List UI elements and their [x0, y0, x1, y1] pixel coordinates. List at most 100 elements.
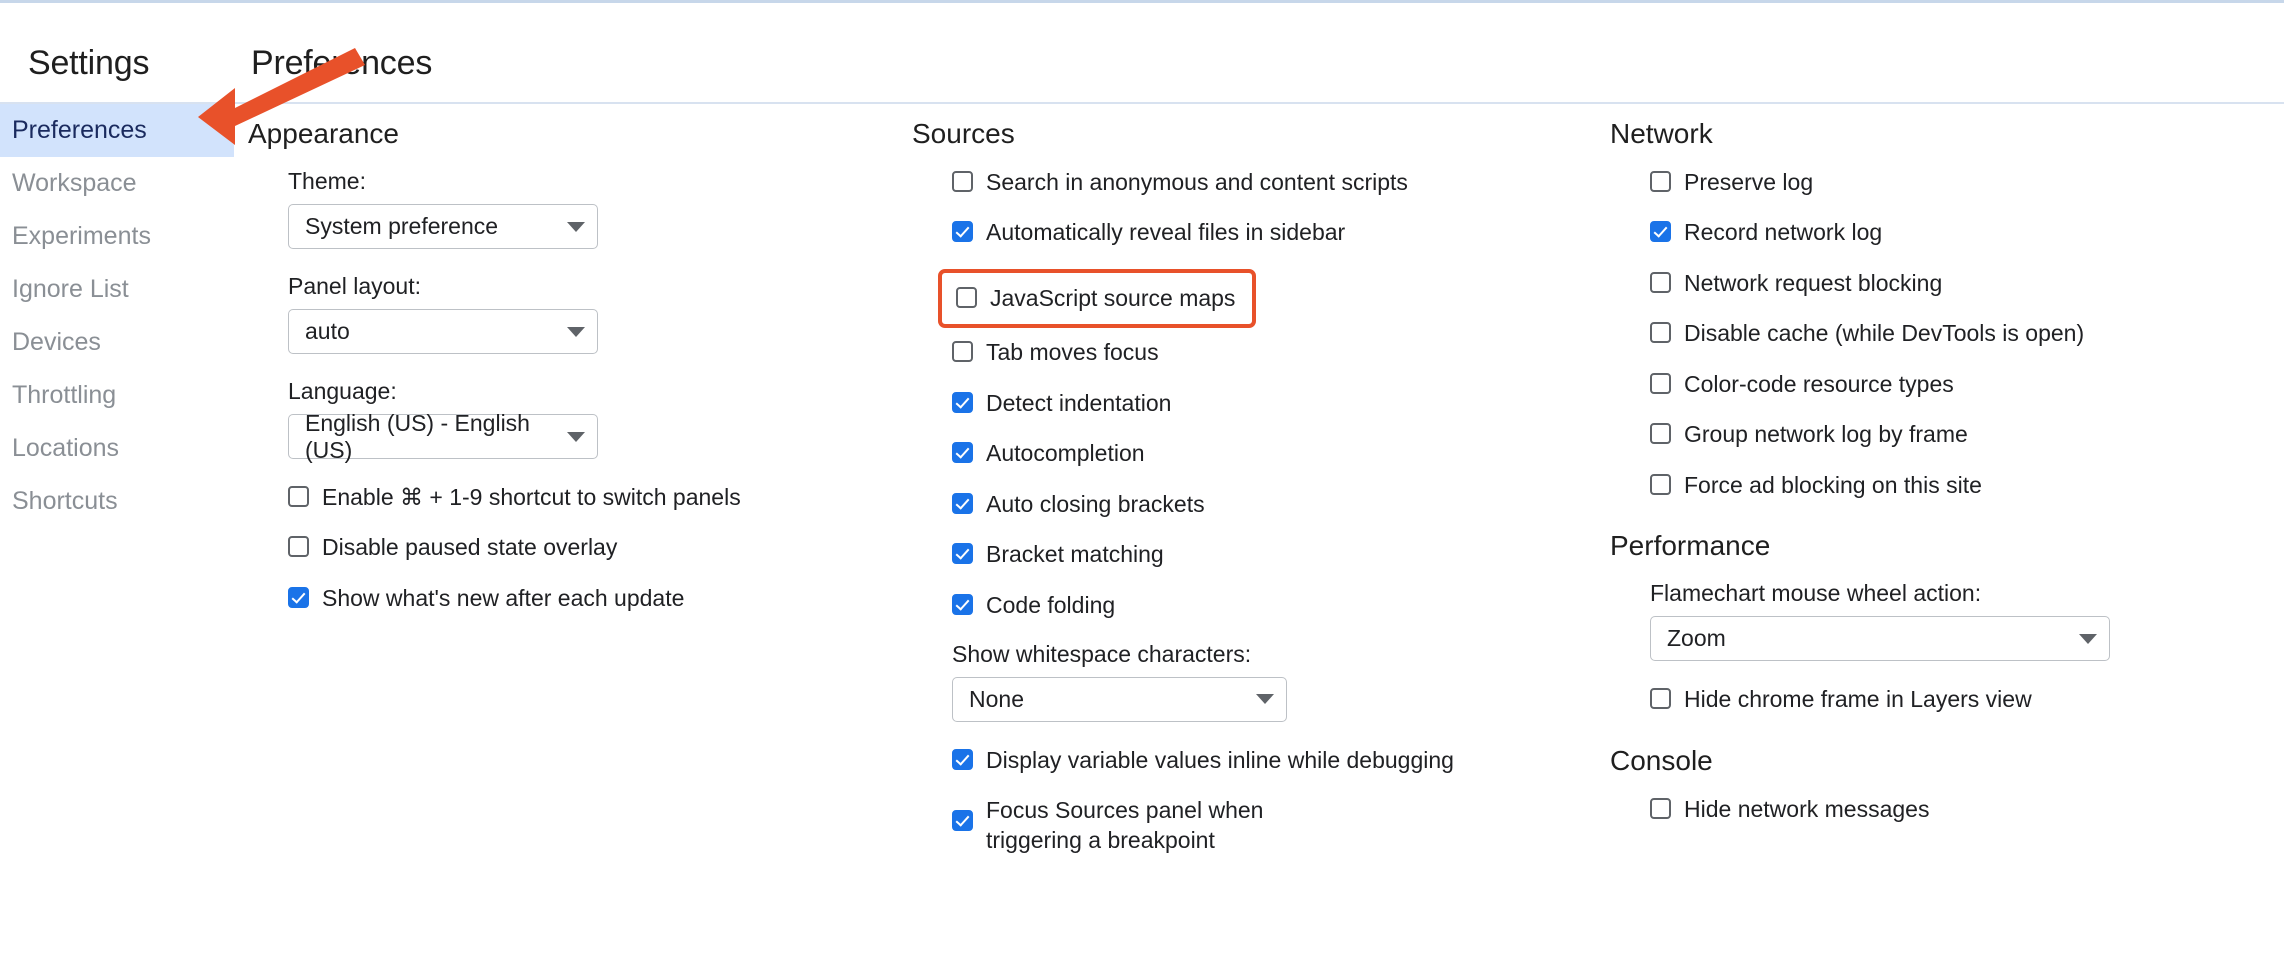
checkbox-display-variable-values-inline[interactable]: Display variable values inline while deb… [952, 746, 1600, 775]
page-title: Preferences [251, 44, 433, 82]
checkbox-label: Show what's new after each update [322, 584, 685, 611]
panel-layout-select[interactable]: auto [288, 309, 598, 354]
sidebar-item-throttling[interactable]: Throttling [0, 369, 234, 422]
checkbox-label: Enable ⌘ + 1-9 shortcut to switch panels [322, 484, 741, 510]
checkbox-box [952, 391, 973, 413]
section-heading-network: Network [1610, 118, 1713, 149]
checkbox-bracket-matching[interactable]: Bracket matching [952, 540, 1600, 569]
settings-title: Settings [28, 44, 150, 82]
section-heading-performance: Performance [1610, 530, 1771, 562]
checkbox-preserve-log[interactable]: Preserve log [1650, 168, 2240, 197]
sidebar-item-label: Locations [12, 434, 120, 462]
checkbox-box [952, 341, 973, 363]
checkbox-auto-closing-brackets[interactable]: Auto closing brackets [952, 490, 1600, 519]
checkbox-hide-chrome-frame-layers-view[interactable]: Hide chrome frame in Layers view [1650, 685, 2240, 714]
highlight-box-javascript-source-maps: JavaScript source maps [938, 268, 1256, 329]
checkbox-box [952, 442, 973, 464]
checkbox-label: Network request blocking [1684, 269, 1943, 296]
sidebar-item-label: Ignore List [12, 275, 129, 303]
language-select-value: English (US) - English (US) [305, 409, 530, 463]
checkbox-label: Detect indentation [986, 389, 1172, 416]
checkbox-box [952, 221, 973, 243]
language-label: Language: [288, 378, 397, 404]
section-sources: Sources Search in anonymous and content … [910, 118, 1600, 958]
checkbox-box [952, 593, 973, 615]
checkbox-label: Automatically reveal files in sidebar [986, 219, 1346, 246]
section-heading-appearance: Appearance [248, 118, 400, 149]
show-whitespace-select[interactable]: None [952, 676, 1287, 722]
checkbox-label: Group network log by frame [1684, 421, 1968, 448]
theme-select-value: System preference [305, 213, 499, 239]
checkbox-detect-indentation[interactable]: Detect indentation [952, 389, 1600, 418]
panel-layout-select-value: auto [305, 318, 350, 344]
sidebar-item-ignore-list[interactable]: Ignore List [0, 263, 234, 316]
sidebar-item-label: Workspace [12, 169, 137, 197]
sidebar-item-workspace[interactable]: Workspace [0, 157, 234, 210]
theme-select[interactable]: System preference [288, 204, 598, 249]
checkbox-box [1650, 322, 1671, 344]
checkbox-label: Disable paused state overlay [322, 534, 618, 561]
show-whitespace-select-value: None [969, 685, 1024, 712]
sidebar-item-label: Experiments [12, 222, 151, 250]
chevron-down-icon [567, 326, 585, 337]
checkbox-label: Preserve log [1684, 169, 1814, 195]
theme-label: Theme: [288, 168, 366, 194]
checkbox-box [1650, 688, 1671, 710]
language-select[interactable]: English (US) - English (US) [288, 410, 598, 463]
checkbox-box [952, 492, 973, 514]
checkbox-label: Focus Sources panel when triggering a br… [986, 797, 1264, 853]
checkbox-box [956, 286, 977, 308]
checkbox-color-code-resource-types[interactable]: Color-code resource types [1650, 370, 2240, 399]
sidebar-item-locations[interactable]: Locations [0, 422, 234, 475]
settings-sidebar: Preferences Workspace Experiments Ignore… [0, 104, 234, 958]
checkbox-label: Color-code resource types [1684, 370, 1954, 397]
show-whitespace-label: Show whitespace characters: [952, 640, 1252, 667]
checkbox-disable-cache[interactable]: Disable cache (while DevTools is open) [1650, 319, 2240, 348]
checkbox-box [952, 171, 973, 192]
checkbox-javascript-source-maps[interactable]: JavaScript source maps [956, 284, 1238, 313]
section-network-column: Network Preserve log Record network log … [1600, 118, 2240, 958]
checkbox-group-network-log-by-frame[interactable]: Group network log by frame [1650, 420, 2240, 449]
chevron-down-icon [1256, 694, 1274, 705]
checkbox-label: Disable cache (while DevTools is open) [1684, 320, 2085, 347]
checkbox-box [1650, 797, 1671, 819]
topbar-accent-line [0, 0, 2284, 3]
checkbox-label: Search in anonymous and content scripts [986, 169, 1408, 195]
checkbox-force-ad-blocking[interactable]: Force ad blocking on this site [1650, 471, 2240, 500]
section-appearance: Appearance Theme: System preference Pane… [234, 118, 910, 958]
checkbox-box [1650, 271, 1671, 293]
checkbox-autocompletion[interactable]: Autocompletion [952, 439, 1600, 468]
checkbox-label: Bracket matching [986, 541, 1164, 568]
flamechart-mouse-wheel-value: Zoom [1667, 625, 1726, 652]
checkbox-show-whats-new[interactable]: Show what's new after each update [288, 584, 910, 613]
checkbox-label: Display variable values inline while deb… [986, 746, 1454, 773]
checkbox-record-network-log[interactable]: Record network log [1650, 218, 2240, 247]
checkbox-focus-sources-panel-on-breakpoint[interactable]: Focus Sources panel when triggering a br… [952, 796, 1352, 855]
preferences-columns: Appearance Theme: System preference Pane… [234, 104, 2284, 958]
sidebar-item-devices[interactable]: Devices [0, 316, 234, 369]
checkbox-code-folding[interactable]: Code folding [952, 591, 1600, 620]
checkbox-label: Code folding [986, 591, 1116, 618]
sidebar-item-label: Shortcuts [12, 487, 118, 515]
flamechart-mouse-wheel-select[interactable]: Zoom [1650, 616, 2110, 662]
sidebar-item-experiments[interactable]: Experiments [0, 210, 234, 263]
flamechart-mouse-wheel-label: Flamechart mouse wheel action: [1650, 580, 1982, 607]
section-heading-sources: Sources [912, 118, 1015, 149]
checkbox-search-anonymous-content-scripts[interactable]: Search in anonymous and content scripts [952, 168, 1600, 197]
checkbox-tab-moves-focus[interactable]: Tab moves focus [952, 338, 1600, 367]
checkbox-network-request-blocking[interactable]: Network request blocking [1650, 269, 2240, 298]
checkbox-label: Hide chrome frame in Layers view [1684, 686, 2032, 713]
chevron-down-icon [567, 221, 585, 232]
checkbox-hide-network-messages[interactable]: Hide network messages [1650, 795, 2240, 824]
sidebar-item-preferences[interactable]: Preferences [0, 104, 234, 157]
checkbox-box [288, 536, 309, 558]
checkbox-box [1650, 423, 1671, 445]
checkbox-enable-cmd-shortcut[interactable]: Enable ⌘ + 1-9 shortcut to switch panels [288, 483, 910, 512]
checkbox-label: JavaScript source maps [990, 284, 1236, 311]
checkbox-disable-paused-state-overlay[interactable]: Disable paused state overlay [288, 533, 910, 562]
sidebar-item-shortcuts[interactable]: Shortcuts [0, 475, 234, 528]
checkbox-label: Force ad blocking on this site [1684, 471, 1982, 498]
checkbox-label: Record network log [1684, 219, 1883, 246]
sidebar-item-label: Throttling [12, 381, 117, 409]
checkbox-auto-reveal-files[interactable]: Automatically reveal files in sidebar [952, 218, 1600, 247]
